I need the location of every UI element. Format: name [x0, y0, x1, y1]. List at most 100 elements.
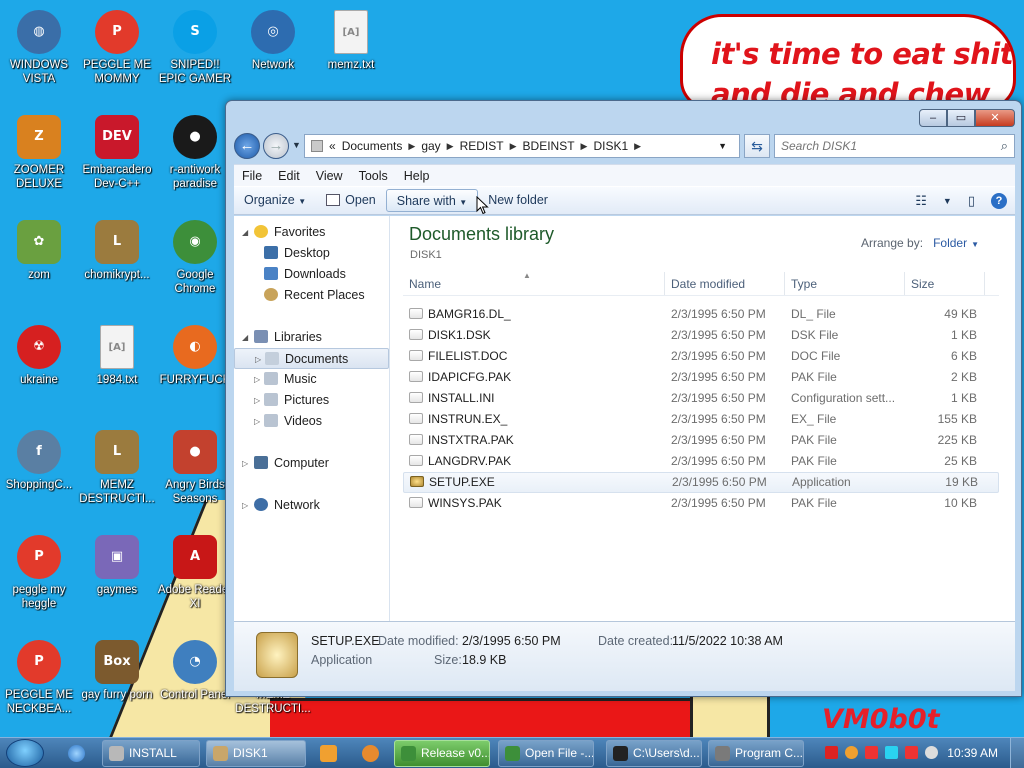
desktop-icon-flower[interactable]: ✿ zom — [0, 220, 78, 282]
menu-edit[interactable]: Edit — [270, 169, 308, 183]
nav-documents[interactable]: ▷ Documents — [234, 348, 389, 369]
recording-tray-icon[interactable] — [925, 746, 938, 759]
nav-videos[interactable]: ▷ Videos — [234, 411, 389, 432]
menu-help[interactable]: Help — [396, 169, 438, 183]
address-bar[interactable]: « Documents ▶ gay ▶ REDIST ▶ BDEINST ▶ DISK1… — [304, 134, 740, 158]
breadcrumb-chevron-icon[interactable]: ▶ — [634, 141, 641, 152]
desktop-icon-radiation[interactable]: ☢ ukraine — [0, 325, 78, 387]
back-button[interactable]: ← — [234, 133, 260, 159]
desktop-icon-reddit[interactable]: ● r-antiwork paradise — [156, 115, 234, 191]
expand-arrow-icon[interactable]: ▷ — [254, 369, 260, 390]
preview-pane-icon[interactable]: ▯ — [960, 193, 983, 209]
column-type[interactable]: Type — [785, 272, 905, 295]
file-row[interactable]: INSTRUN.EX_ 2/3/1995 6:50 PM EX_ File 155 K… — [403, 409, 999, 430]
new-folder-button[interactable]: New folder — [478, 189, 558, 212]
expand-arrow-icon[interactable]: ▷ — [254, 390, 260, 411]
breadcrumb-chevron-icon[interactable]: ▶ — [581, 141, 588, 152]
maximize-button[interactable]: ▭ — [947, 109, 975, 127]
file-row[interactable]: FILELIST.DOC 2/3/1995 6:50 PM DOC File 6 KB — [403, 346, 999, 367]
taskbar-button[interactable]: Open File -... — [498, 740, 594, 767]
taskbar-button[interactable]: Release v0.... — [394, 740, 490, 767]
breadcrumb-documents[interactable]: Documents — [342, 139, 403, 153]
desktop-icon-text-file[interactable]: [A] memz.txt — [312, 10, 390, 72]
file-row[interactable]: SETUP.EXE 2/3/1995 6:50 PM Application 19 K… — [403, 472, 999, 493]
refresh-button[interactable]: ⇆ — [744, 134, 770, 158]
expand-arrow-icon[interactable]: ▷ — [254, 411, 260, 432]
nav-network[interactable]: ▷ Network — [234, 495, 389, 516]
desktop-icon-firefox[interactable]: ◐ FURRYFUCK — [156, 325, 234, 387]
desktop-icon-peggle[interactable]: P PEGGLE ME MOMMY — [78, 10, 156, 86]
breadcrumb-chevron-icon[interactable]: ▶ — [408, 141, 415, 152]
desktop-icon-devcpp[interactable]: DEV Embarcadero Dev-C++ — [78, 115, 156, 191]
breadcrumb-overflow[interactable]: « — [329, 139, 336, 153]
breadcrumb-chevron-icon[interactable]: ▶ — [510, 141, 517, 152]
file-row[interactable]: INSTXTRA.PAK 2/3/1995 6:50 PM PAK File 225 … — [403, 430, 999, 451]
flag-tray-icon[interactable] — [865, 746, 878, 759]
desktop-icon-hourglass[interactable]: L MEMZ DESTRUCTI... — [78, 430, 156, 506]
desktop-icon-zoomer[interactable]: Z ZOOMER DELUXE — [0, 115, 78, 191]
share-with-button[interactable]: Share with ▼ — [385, 189, 479, 212]
expand-arrow-icon[interactable]: ▷ — [242, 495, 248, 516]
menu-view[interactable]: View — [308, 169, 351, 183]
desktop-icon-control-panel[interactable]: ◔ Control Panel — [156, 640, 234, 702]
breadcrumb-disk1[interactable]: DISK1 — [593, 139, 628, 153]
desktop-icon-skype[interactable]: S SNIPED!! EPIC GAMER 360... — [156, 10, 234, 86]
file-row[interactable]: DISK1.DSK 2/3/1995 6:50 PM DSK File 1 KB — [403, 325, 999, 346]
desktop-icon-peggle[interactable]: P PEGGLE ME NECKBEA... — [0, 640, 78, 716]
file-row[interactable]: BAMGR16.DL_ 2/3/1995 6:50 PM DL_ File 49 KB — [403, 304, 999, 325]
breadcrumb-redist[interactable]: REDIST — [460, 139, 504, 153]
address-dropdown-icon[interactable]: ▼ — [718, 141, 727, 151]
nav-recent-places[interactable]: Recent Places — [234, 285, 389, 306]
breadcrumb-bdeinst[interactable]: BDEINST — [523, 139, 575, 153]
taskbar-button[interactable]: Program C... — [708, 740, 804, 767]
column-date-modified[interactable]: Date modified — [665, 272, 785, 295]
column-size[interactable]: Size — [905, 272, 985, 295]
chevron-down-icon[interactable]: ▼ — [971, 240, 979, 249]
nav-computer[interactable]: ▷ Computer — [234, 453, 389, 474]
expand-arrow-icon[interactable]: ▷ — [242, 453, 248, 474]
open-button[interactable]: Open — [316, 189, 386, 212]
change-view-icon[interactable]: ☷ — [907, 193, 935, 209]
desktop-icon-peggle[interactable]: Ppeggle my heggle — [0, 535, 78, 611]
start-button[interactable] — [6, 739, 44, 767]
nav-pictures[interactable]: ▷ Pictures — [234, 390, 389, 411]
recent-pages-chevron-icon[interactable]: ▼ — [292, 140, 301, 150]
nav-music[interactable]: ▷ Music — [234, 369, 389, 390]
forward-button[interactable]: → — [263, 133, 289, 159]
taskbar-button[interactable]: INSTALL — [102, 740, 200, 767]
nav-favorites[interactable]: ◢ Favorites — [234, 222, 389, 243]
taskbar-button[interactable]: DISK1 — [206, 740, 306, 767]
desktop-icon-angry-birds[interactable]: ● Angry Birds Seasons — [156, 430, 234, 506]
volume-tray-icon[interactable] — [905, 746, 918, 759]
menu-file[interactable]: File — [234, 169, 270, 183]
nav-desktop[interactable]: Desktop — [234, 243, 389, 264]
search-icon[interactable]: ⌕ — [1001, 138, 1008, 154]
search-input[interactable] — [775, 135, 975, 157]
search-tray-icon[interactable] — [845, 746, 858, 759]
desktop-icon-adobe-reader[interactable]: A Adobe Reader XI — [156, 535, 234, 611]
column-name[interactable]: ▲ Name — [403, 271, 665, 295]
media-player-icon[interactable] — [320, 745, 337, 762]
nav-downloads[interactable]: Downloads — [234, 264, 389, 285]
internet-explorer-icon[interactable] — [68, 745, 85, 762]
menu-tools[interactable]: Tools — [351, 169, 396, 183]
desktop-icon-text-file[interactable]: [A] 1984.txt — [78, 325, 156, 387]
paint-icon[interactable] — [362, 745, 379, 762]
desktop-icon-boxed-beaver[interactable]: Box gay furry porn — [78, 640, 156, 702]
clock[interactable]: 10:39 AM — [947, 746, 998, 760]
monitor-tray-icon[interactable] — [885, 746, 898, 759]
close-button[interactable]: ✕ — [975, 109, 1015, 127]
file-row[interactable]: WINSYS.PAK 2/3/1995 6:50 PM PAK File 10 KB — [403, 493, 999, 514]
desktop-icon-vista[interactable]: ◍ WINDOWS VISTA — [0, 10, 78, 86]
breadcrumb-chevron-icon[interactable]: ▶ — [447, 141, 454, 152]
minimize-button[interactable]: – — [919, 109, 947, 127]
file-row[interactable]: LANGDRV.PAK 2/3/1995 6:50 PM PAK File 25 KB — [403, 451, 999, 472]
desktop-icon-chrome[interactable]: ◉ Google Chrome — [156, 220, 234, 296]
nav-libraries[interactable]: ◢ Libraries — [234, 327, 389, 348]
expand-arrow-icon[interactable]: ▷ — [255, 349, 261, 370]
taskbar-button[interactable]: C:\Users\d... — [606, 740, 702, 767]
arrange-by-dropdown[interactable]: Folder — [933, 236, 967, 250]
file-row[interactable]: INSTALL.INI 2/3/1995 6:50 PM Configuration… — [403, 388, 999, 409]
collapse-arrow-icon[interactable]: ◢ — [242, 222, 248, 243]
collapse-arrow-icon[interactable]: ◢ — [242, 327, 248, 348]
